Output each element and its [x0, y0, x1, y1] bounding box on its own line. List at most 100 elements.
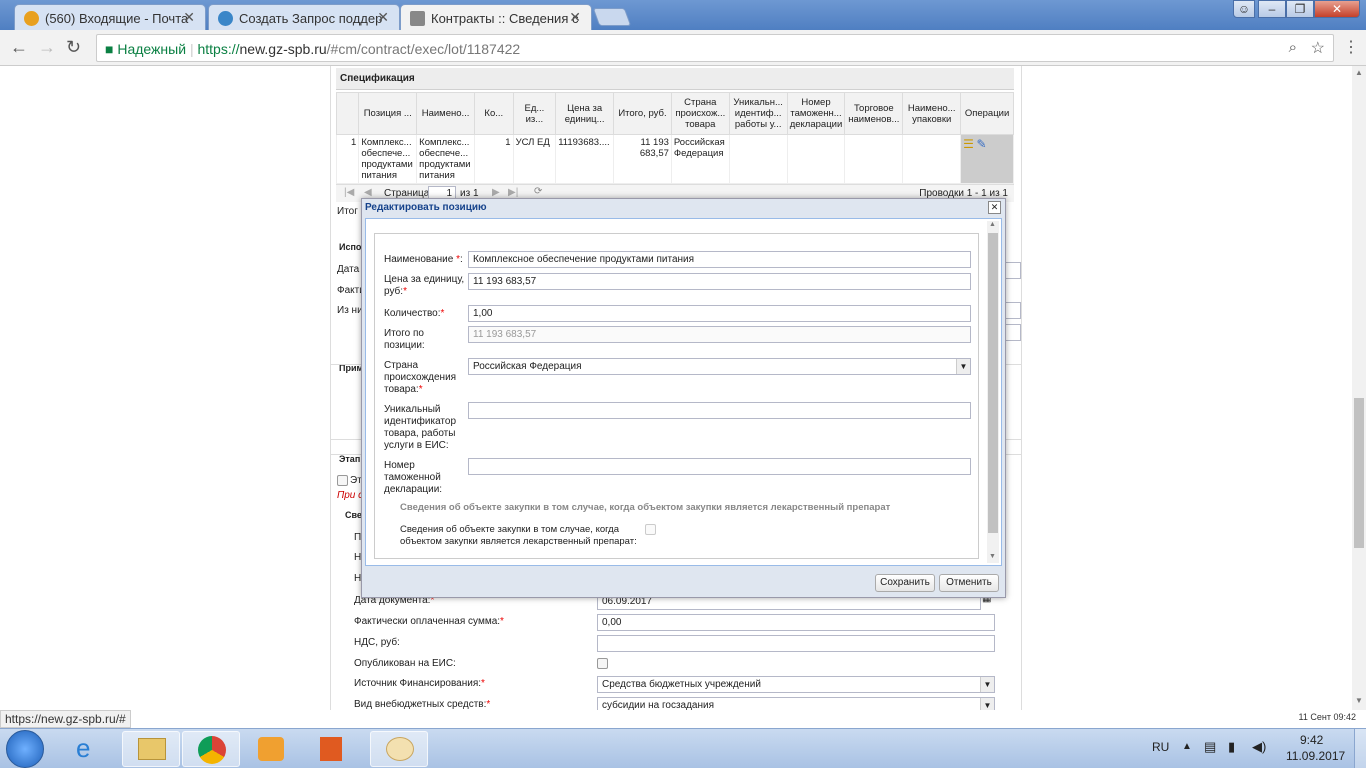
col-header[interactable]: Торговое наименов...: [844, 92, 904, 135]
date-picker-icon[interactable]: [1005, 262, 1021, 279]
tab-title: (560) Входящие - Почта: [45, 11, 189, 26]
address-bar[interactable]: ■ Надежный | https://new.gz-spb.ru/#cm/c…: [96, 34, 1334, 62]
scroll-down-icon[interactable]: ▼: [989, 553, 996, 560]
close-window-button[interactable]: ✕: [1314, 0, 1360, 18]
price-input[interactable]: 11 193 683,57: [468, 273, 971, 290]
start-button[interactable]: [6, 730, 44, 768]
nds-input[interactable]: [597, 635, 995, 652]
dialog-scrollbar[interactable]: ▲ ▼: [987, 221, 999, 563]
extra-funds-label: Вид внебюджетных средств:*: [354, 699, 491, 710]
customs-input[interactable]: [468, 458, 971, 475]
col-header[interactable]: Страна происхож... товара: [670, 92, 730, 135]
close-icon[interactable]: ✕: [988, 201, 1001, 214]
col-header[interactable]: Позиция ...: [358, 92, 418, 135]
maximize-button[interactable]: ❐: [1286, 0, 1314, 18]
first-page-icon[interactable]: |◀: [344, 187, 354, 198]
browser-toolbar: ← → ↻ ■ Надежный | https://new.gz-spb.ru…: [0, 30, 1366, 66]
show-desktop-button[interactable]: [1354, 729, 1366, 768]
col-header[interactable]: Уникальн... идентиф... работы у...: [728, 92, 788, 135]
chevron-down-icon[interactable]: ▼: [980, 698, 994, 710]
user-icon[interactable]: ☺: [1233, 0, 1255, 18]
col-header[interactable]: Итого, руб.: [613, 92, 672, 135]
drug-label: Сведения об объекте закупки в том случае…: [400, 524, 619, 535]
menu-icon[interactable]: ⋮: [1343, 37, 1359, 57]
qty-input[interactable]: 1,00: [468, 305, 971, 322]
col-header[interactable]: Операции: [960, 92, 1014, 135]
table-row[interactable]: 1 Комплекс... обеспече... продуктами пит…: [335, 134, 1014, 184]
scroll-down-icon[interactable]: ▼: [1355, 696, 1363, 705]
reload-icon[interactable]: ↻: [66, 37, 81, 58]
uid-label-cont: товара, работы: [384, 428, 456, 439]
back-icon[interactable]: ←: [10, 37, 28, 58]
col-header[interactable]: Цена за единиц...: [555, 92, 615, 135]
tab-title: Создать Запрос поддер: [239, 11, 383, 26]
scroll-thumb[interactable]: [988, 233, 998, 533]
price-label: Цена за единицу,: [384, 274, 465, 285]
tab-support[interactable]: Создать Запрос поддер ✕: [208, 4, 400, 31]
close-tab-icon[interactable]: ✕: [377, 9, 389, 26]
label-text: Наименование: [384, 254, 454, 265]
cell: 11193683....: [555, 134, 615, 184]
forward-icon[interactable]: →: [38, 37, 56, 58]
network-icon[interactable]: ▤: [1204, 739, 1216, 755]
paint-taskbar-icon[interactable]: [370, 731, 428, 767]
col-header[interactable]: Ед... из...: [512, 92, 557, 135]
drug-checkbox[interactable]: [645, 524, 656, 535]
app-taskbar-icon[interactable]: [302, 731, 360, 767]
source-select[interactable]: Средства бюджетных учреждений ▼: [597, 676, 995, 693]
country-select[interactable]: Российская Федерация ▼: [468, 358, 971, 375]
chrome-taskbar-icon[interactable]: [182, 731, 240, 767]
tab-contracts[interactable]: Контракты :: Сведения с ✕: [400, 4, 592, 31]
clock-time[interactable]: 9:42: [1300, 733, 1323, 747]
scroll-up-icon[interactable]: ▲: [989, 221, 996, 228]
volume-icon[interactable]: ◀): [1252, 739, 1266, 755]
uid-input[interactable]: [468, 402, 971, 419]
status-timestamp: 11 Сент 09:42: [1298, 712, 1356, 722]
chevron-down-icon[interactable]: ▼: [980, 677, 994, 692]
tab-mail[interactable]: (560) Входящие - Почта ✕: [14, 4, 206, 31]
col-header[interactable]: Ко...: [474, 92, 514, 135]
next-page-icon[interactable]: ▶: [492, 187, 500, 198]
clock-date[interactable]: 11.09.2017: [1286, 749, 1345, 763]
save-button[interactable]: Сохранить: [875, 574, 935, 592]
name-input[interactable]: Комплексное обеспечение продуктами питан…: [468, 251, 971, 268]
prev-page-icon[interactable]: ◀: [364, 187, 372, 198]
paid-sum-input[interactable]: 0,00: [597, 614, 995, 631]
col-header[interactable]: Номер таможенн... декларации: [786, 92, 846, 135]
scroll-thumb[interactable]: [1354, 398, 1364, 548]
explorer-taskbar-icon[interactable]: [122, 731, 180, 767]
tray-expand-icon[interactable]: ▲: [1182, 741, 1192, 752]
chevron-down-icon[interactable]: ▼: [956, 359, 970, 374]
edit-icon[interactable]: ✎: [977, 137, 987, 151]
new-tab-button[interactable]: [592, 8, 632, 26]
signal-icon[interactable]: ▮: [1228, 739, 1235, 755]
col-header[interactable]: [335, 92, 360, 135]
close-tab-icon[interactable]: ✕: [183, 9, 195, 26]
bookmark-star-icon[interactable]: ☆: [1311, 38, 1325, 58]
field-stub[interactable]: [1005, 324, 1021, 341]
col-header[interactable]: Наимено... упаковки: [902, 92, 962, 135]
country-label: Страна: [384, 360, 419, 371]
language-indicator[interactable]: RU: [1152, 740, 1169, 754]
cell: [728, 134, 788, 184]
approve-icon[interactable]: ☰: [963, 137, 974, 151]
cancel-button[interactable]: Отменить: [939, 574, 999, 592]
media-taskbar-icon[interactable]: [242, 731, 300, 767]
scroll-up-icon[interactable]: ▲: [1355, 68, 1363, 77]
paid-sum-label: Фактически оплаченная сумма:*: [354, 616, 504, 627]
field-stub[interactable]: [1005, 302, 1021, 319]
last-page-icon[interactable]: ▶|: [508, 187, 518, 198]
minimize-button[interactable]: –: [1258, 0, 1286, 18]
close-tab-icon[interactable]: ✕: [569, 9, 581, 26]
extra-funds-select[interactable]: субсидии на госзадания ▼: [597, 697, 995, 710]
url-scheme: https://: [197, 41, 240, 57]
published-checkbox[interactable]: [597, 658, 608, 669]
col-header[interactable]: Наимено...: [416, 92, 476, 135]
ie-taskbar-icon[interactable]: e: [62, 731, 120, 767]
windows-taskbar: e RU ▲ ▤ ▮ ◀) 9:42 11.09.2017: [0, 728, 1366, 768]
spec-table-header: Позиция ... Наимено... Ко... Ед... из...…: [335, 92, 1014, 135]
zoom-icon[interactable]: ⌕: [1289, 39, 1297, 56]
page-scrollbar[interactable]: ▲ ▼: [1352, 66, 1366, 710]
refresh-icon[interactable]: ⟳: [534, 186, 542, 197]
cell: Российская Федерация: [670, 134, 730, 184]
